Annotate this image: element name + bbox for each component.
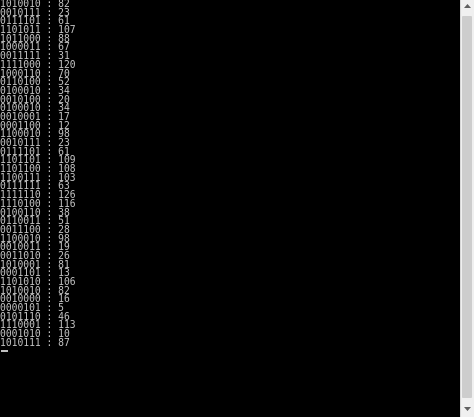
scroll-down-button[interactable]	[461, 403, 474, 417]
text-cursor	[1, 350, 8, 352]
vertical-scrollbar[interactable]	[460, 0, 474, 417]
triangle-down-icon	[464, 407, 471, 411]
triangle-up-icon	[464, 4, 471, 8]
console-window[interactable]: 1010010 : 82 0010111 : 23 0111101 : 61 1101…	[0, 0, 474, 417]
console-line: 1010111 : 87	[0, 336, 70, 349]
console-output: 1010010 : 82 0010111 : 23 0111101 : 61 1101…	[0, 0, 460, 348]
scroll-thumb[interactable]	[462, 16, 472, 398]
scroll-up-button[interactable]	[461, 0, 474, 14]
